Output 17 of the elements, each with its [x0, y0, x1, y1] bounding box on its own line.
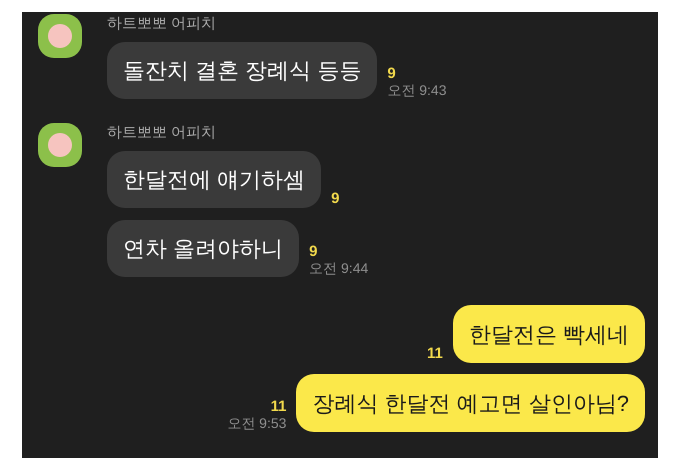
- message-time: 오전 9:53: [227, 416, 286, 430]
- unread-count: 11: [427, 346, 443, 361]
- unread-count: 9: [309, 244, 318, 259]
- sender-name: 하트뽀뽀 어피치: [107, 125, 218, 140]
- message-bubble: 한달전은 빡세네: [452, 305, 645, 363]
- message-time: 오전 9:44: [309, 261, 368, 275]
- message-bubble: 돌잔치 결혼 장례식 등등: [107, 42, 378, 99]
- message-bubble: 한달전에 얘기하셈: [107, 151, 322, 208]
- sender-name: 하트뽀뽀 어피치: [107, 16, 218, 31]
- avatar-icon: [38, 14, 82, 58]
- unread-count: 9: [387, 66, 396, 81]
- unread-count: 11: [270, 399, 286, 414]
- message-time: 오전 9:43: [387, 83, 446, 97]
- avatar-icon: [38, 123, 82, 167]
- message-bubble: 장례식 한달전 예고면 살인아님?: [296, 374, 645, 432]
- message-bubble: 연차 올려야하니: [107, 220, 300, 277]
- unread-count: 9: [331, 191, 340, 206]
